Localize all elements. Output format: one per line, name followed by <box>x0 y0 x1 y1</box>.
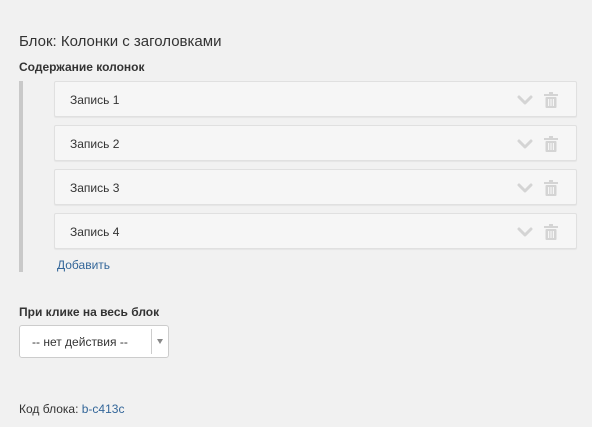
list-item-label: Запись 3 <box>70 181 120 195</box>
add-item-link[interactable]: Добавить <box>57 258 110 272</box>
click-action-selected-value: -- нет действия -- <box>32 335 128 349</box>
chevron-down-icon[interactable] <box>517 225 533 239</box>
trash-icon[interactable] <box>544 136 558 152</box>
click-action-select[interactable]: -- нет действия -- <box>19 325 169 358</box>
block-code-label: Код блока: <box>19 402 79 416</box>
list-item-1[interactable]: Запись 1 <box>54 81 577 117</box>
list-item-3[interactable]: Запись 3 <box>54 169 577 205</box>
chevron-down-icon[interactable] <box>517 137 533 151</box>
list-item-2[interactable]: Запись 2 <box>54 125 577 161</box>
trash-icon[interactable] <box>544 180 558 196</box>
click-action-label: При клике на весь блок <box>19 305 160 319</box>
list-item-label: Запись 4 <box>70 225 120 239</box>
caret-down-icon[interactable] <box>157 339 163 344</box>
block-title: Блок: Колонки с заголовками <box>19 33 222 50</box>
trash-icon[interactable] <box>544 224 558 240</box>
list-item-label: Запись 1 <box>70 93 120 107</box>
block-code: Код блока: b-c413c <box>19 402 124 416</box>
trash-icon[interactable] <box>544 92 558 108</box>
content-section-label: Содержание колонок <box>19 60 145 74</box>
list-item-label: Запись 2 <box>70 137 120 151</box>
select-divider <box>151 329 152 354</box>
columns-list: Запись 1 Запись 2 Запись 3 Запись 4 Доба… <box>19 81 583 272</box>
chevron-down-icon[interactable] <box>517 93 533 107</box>
chevron-down-icon[interactable] <box>517 181 533 195</box>
block-code-value: b-c413c <box>81 402 125 416</box>
list-item-4[interactable]: Запись 4 <box>54 213 577 249</box>
